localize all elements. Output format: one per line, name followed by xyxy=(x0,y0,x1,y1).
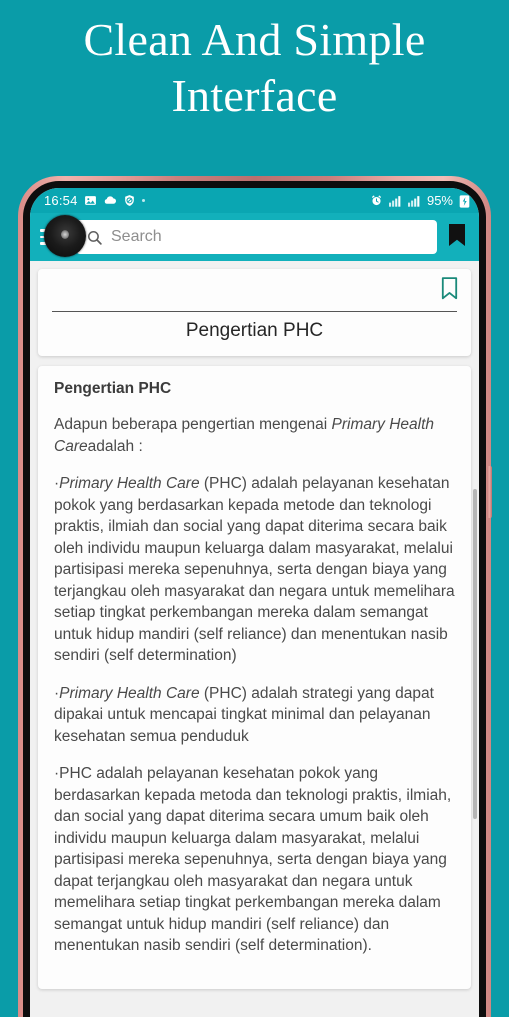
article-header-card-top xyxy=(50,277,459,309)
content-scroll-area[interactable]: Pengertian PHC Pengertian PHC Adapun beb… xyxy=(30,261,479,1017)
bookmark-filled-icon[interactable] xyxy=(447,223,467,252)
promo-headline: Clean And Simple Interface xyxy=(0,0,509,176)
article-intro-post: adalah : xyxy=(87,437,143,455)
article-intro-paragraph: Adapun beberapa pengertian mengenai Prim… xyxy=(54,414,455,457)
status-bar-clock: 16:54 xyxy=(44,193,78,208)
status-bar-right: 95% xyxy=(370,193,470,208)
shield-icon xyxy=(123,194,136,207)
cloud-icon xyxy=(103,194,117,207)
header-divider xyxy=(52,311,457,312)
content-scrollbar[interactable] xyxy=(473,339,477,1017)
promo-headline-line-2: Interface xyxy=(171,70,338,121)
dot-icon xyxy=(141,199,145,202)
promo-headline-line-1: Clean And Simple xyxy=(83,14,426,65)
article-content-card[interactable]: Pengertian PHC Adapun beberapa pengertia… xyxy=(38,366,471,989)
status-bar: 16:54 95% xyxy=(30,188,479,213)
article-header-card[interactable]: Pengertian PHC xyxy=(38,269,471,356)
battery-percent-label: 95% xyxy=(426,193,453,208)
bullet-italic-lead: Primary Health Care xyxy=(59,475,200,492)
phone-screen: 16:54 95% Search Pengertian PHC Pengerti… xyxy=(30,188,479,1017)
bullet-text: (PHC) adalah pelayanan kesehatan pokok y… xyxy=(54,475,455,664)
phone-power-button[interactable] xyxy=(487,466,492,518)
article-bullet: ·Primary Health Care (PHC) adalah pelaya… xyxy=(54,473,455,667)
signal-bars-icon xyxy=(407,195,421,207)
article-bullet: ·Primary Health Care (PHC) adalah strate… xyxy=(54,683,455,748)
bullet-text: PHC adalah pelayanan kesehatan pokok yan… xyxy=(54,765,452,954)
content-scrollbar-thumb[interactable] xyxy=(473,489,477,819)
article-intro-pre: Adapun beberapa pengertian mengenai xyxy=(54,416,332,433)
alarm-icon xyxy=(370,194,383,207)
bullet-italic-lead: Primary Health Care xyxy=(59,684,200,702)
article-bullet: ·PHC adalah pelayanan kesehatan pokok ya… xyxy=(54,763,455,957)
camera-punch-hole xyxy=(44,215,86,257)
search-placeholder: Search xyxy=(111,228,162,245)
search-input[interactable]: Search xyxy=(76,220,437,254)
app-toolbar: Search xyxy=(30,213,479,261)
phone-mockup-frame: 16:54 95% Search Pengertian PHC Pengerti… xyxy=(18,176,492,1017)
search-icon xyxy=(86,229,103,246)
signal-bars-icon xyxy=(388,195,402,207)
image-icon xyxy=(84,194,97,207)
article-heading: Pengertian PHC xyxy=(54,380,172,397)
battery-charging-icon xyxy=(459,194,470,208)
article-header-title: Pengertian PHC xyxy=(185,320,324,341)
phone-bezel: 16:54 95% Search Pengertian PHC Pengerti… xyxy=(23,181,486,1017)
status-bar-left: 16:54 xyxy=(44,193,145,208)
bookmark-outline-icon[interactable] xyxy=(440,277,459,305)
